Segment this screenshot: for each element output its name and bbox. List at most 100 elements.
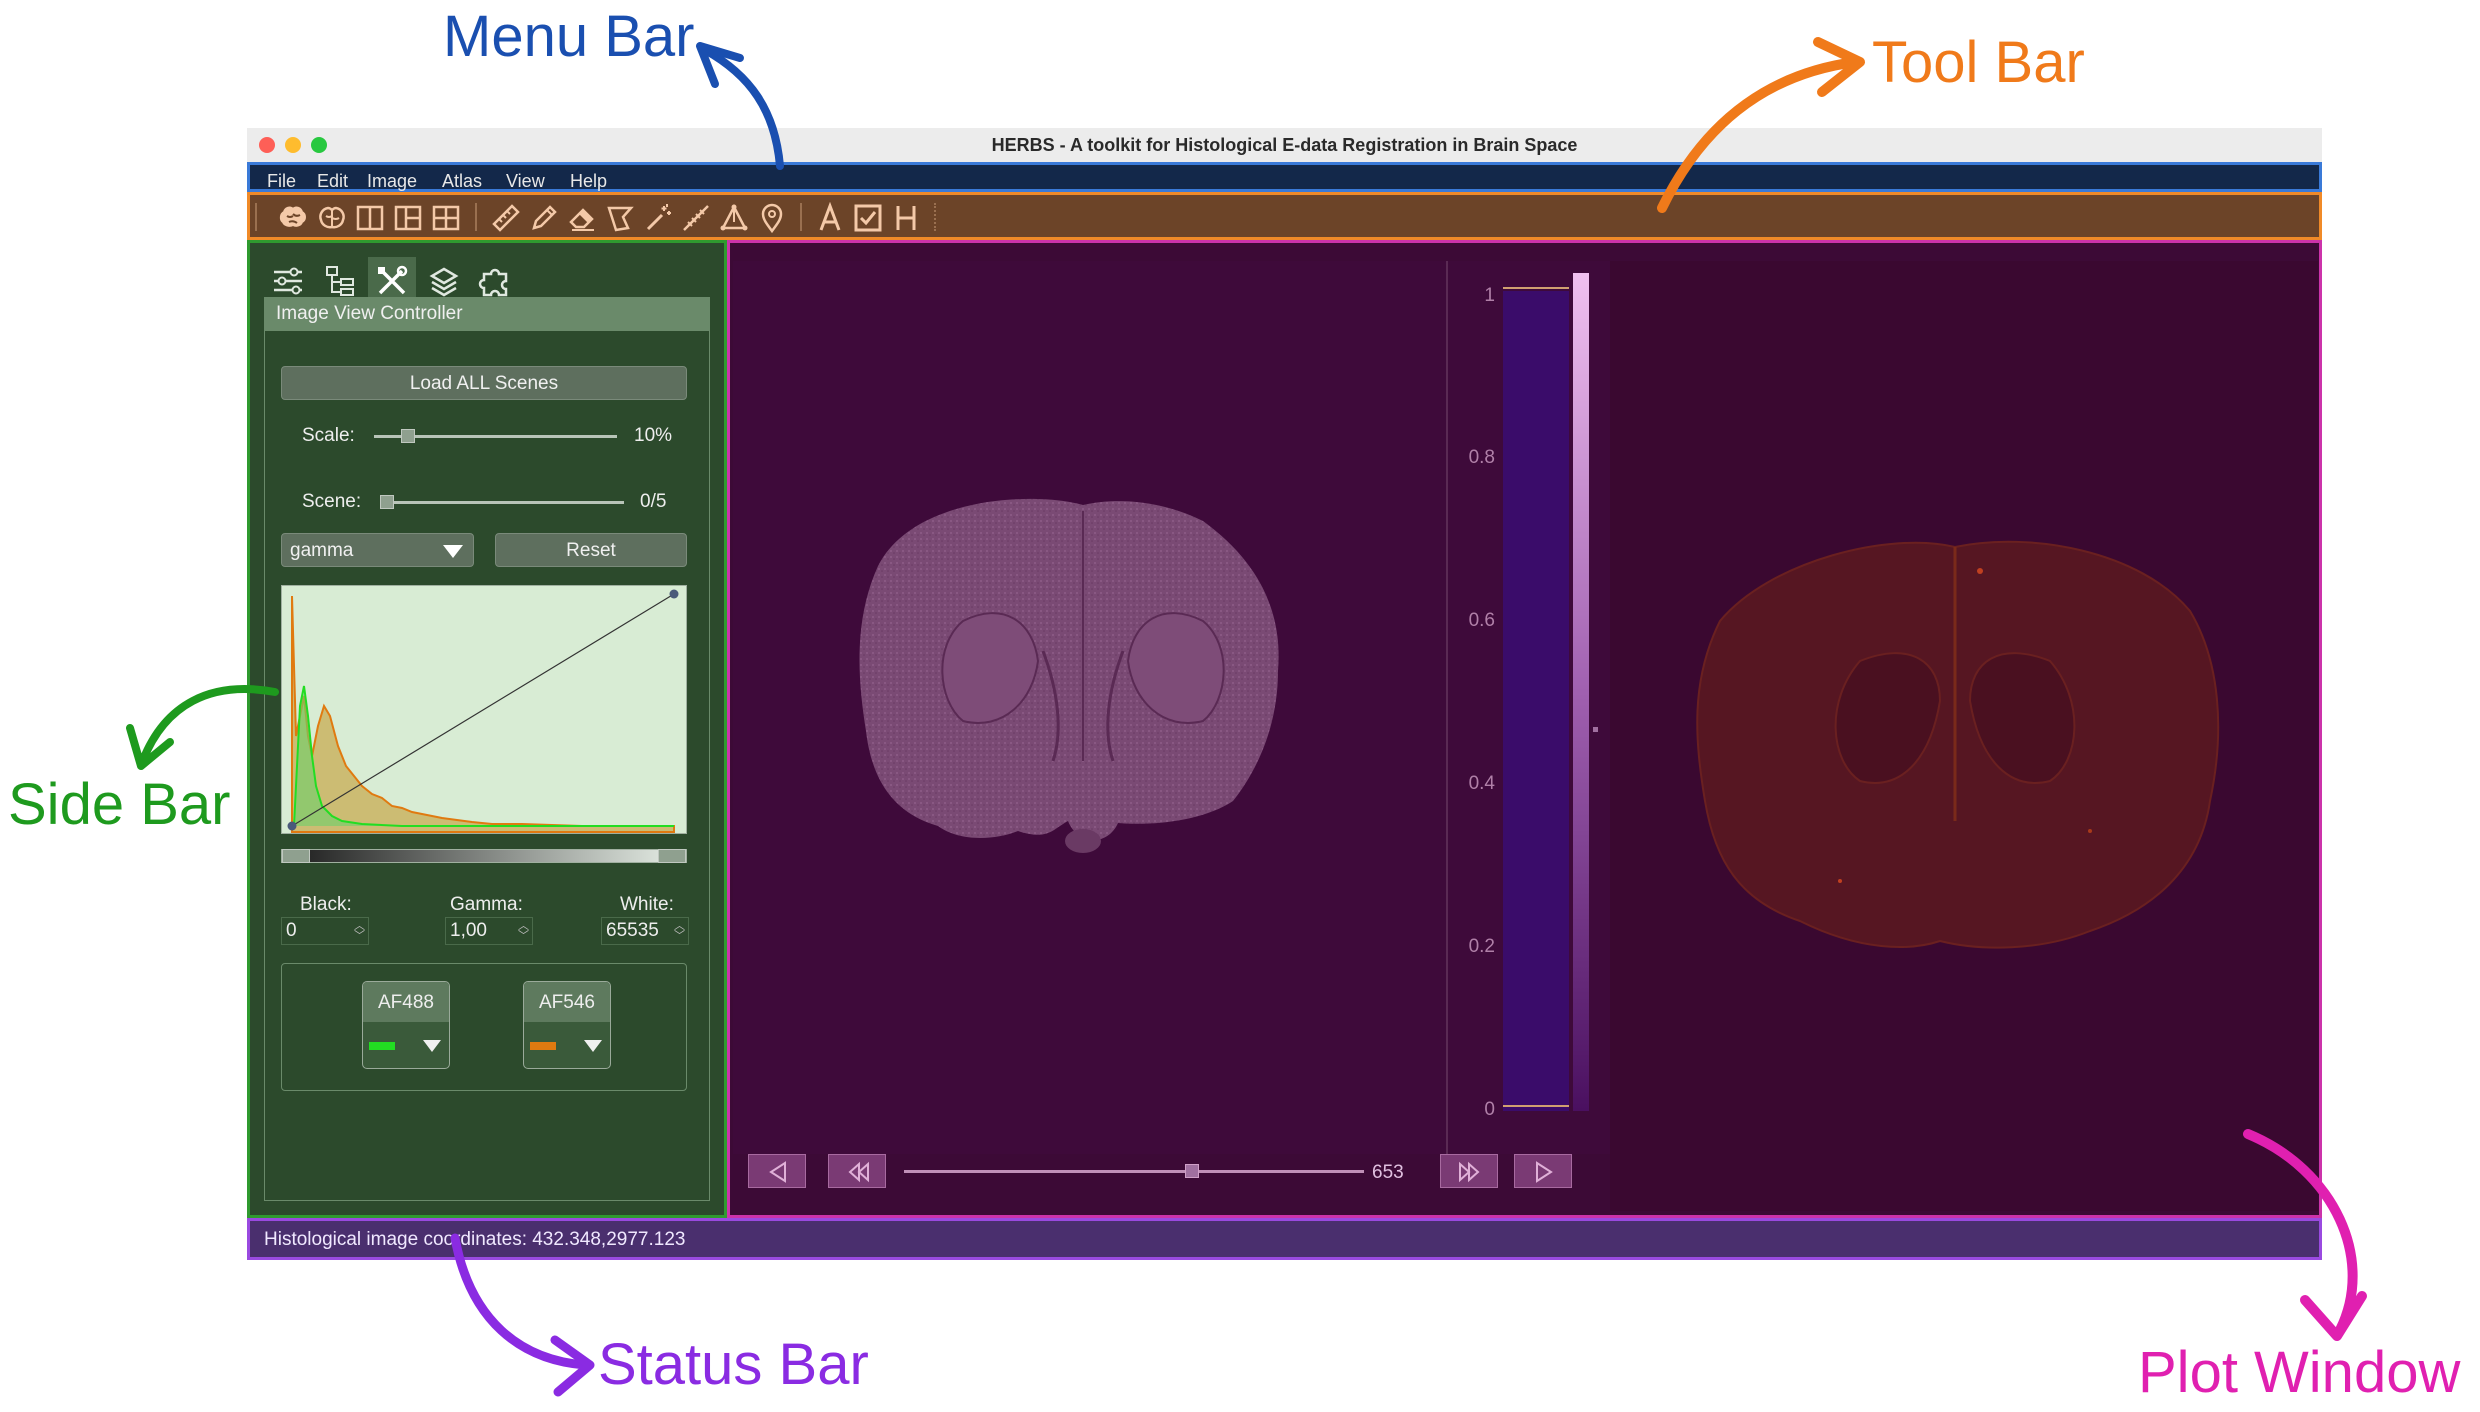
scene-value: 0/5: [640, 491, 667, 512]
menu-help[interactable]: Help: [570, 171, 607, 192]
menu-view[interactable]: View: [506, 171, 545, 192]
frame-slider[interactable]: [904, 1170, 1364, 1173]
h-icon[interactable]: [890, 202, 922, 234]
channel-af546-color[interactable]: [530, 1042, 556, 1050]
channel-af488[interactable]: AF488: [362, 981, 450, 1069]
tool-bar-arrowhead: [1813, 37, 1865, 97]
colorbar-tick-label: 0.2: [1468, 936, 1495, 957]
window-title: HERBS - A toolkit for Histological E-dat…: [991, 135, 1578, 155]
histogram-graph: [287, 589, 679, 833]
scale-label: Scale:: [302, 425, 355, 446]
colorbar-tick-label: 0.4: [1468, 773, 1495, 794]
colorbar-top-handle[interactable]: [1503, 275, 1569, 289]
menu-bar-arrowhead: [696, 42, 744, 88]
channel-af546[interactable]: AF546: [523, 981, 611, 1069]
gamma-value: 1,00: [450, 920, 487, 941]
pencil-icon[interactable]: [528, 202, 560, 234]
menu-atlas[interactable]: Atlas: [442, 171, 482, 192]
channel-af488-name: AF488: [363, 982, 449, 1022]
channel-af546-name: AF546: [524, 982, 610, 1022]
gamma-label: Gamma:: [450, 894, 523, 915]
layout-four-icon[interactable]: [430, 202, 462, 234]
tool-bar-annotation: Tool Bar: [1872, 30, 2085, 95]
white-level-handle[interactable]: [658, 849, 686, 863]
side-bar: Image View Controller Load ALL Scenes Sc…: [247, 240, 727, 1218]
colorbar-gradient[interactable]: [1573, 273, 1589, 1111]
colorbar-bottom-handle[interactable]: [1503, 1105, 1569, 1119]
frame-slider-handle[interactable]: [1184, 1164, 1199, 1178]
black-spinbox[interactable]: 0 ︿ ﹀: [281, 917, 369, 945]
checkbox-icon[interactable]: [852, 202, 884, 234]
chevron-down-icon[interactable]: [423, 1040, 441, 1052]
channel-panel: [281, 963, 687, 1091]
brain-icon[interactable]: [277, 202, 309, 234]
location-pin-icon[interactable]: [756, 202, 788, 234]
black-level-handle[interactable]: [282, 849, 310, 863]
status-coordinates-text: Histological image coordinates: 432.348,…: [264, 1229, 686, 1250]
spin-arrows-icon: ︿ ﹀: [518, 920, 529, 942]
black-label: Black:: [300, 894, 352, 915]
level-range-slider[interactable]: [281, 849, 687, 863]
menu-image[interactable]: Image: [367, 171, 417, 192]
rewind-button[interactable]: [828, 1154, 886, 1188]
scale-value: 10%: [634, 425, 673, 446]
status-bar-arrowhead: [550, 1335, 595, 1397]
scene-slider[interactable]: [380, 501, 624, 504]
mode-select-value: gamma: [290, 540, 354, 561]
registration-image: [1696, 540, 2220, 949]
play-right-icon: [1536, 1161, 1553, 1183]
toolbar-separator: [800, 203, 802, 231]
spin-arrows-icon: ︿ ﹀: [674, 920, 685, 942]
status-bar-annotation: Status Bar: [598, 1332, 869, 1397]
channel-af488-color[interactable]: [369, 1042, 395, 1050]
text-icon[interactable]: [814, 201, 846, 234]
side-bar-arrowhead: [126, 724, 174, 770]
frame-value: 653: [1372, 1162, 1404, 1183]
colorbar-gradient-handle[interactable]: [1593, 727, 1598, 732]
histogram-plot[interactable]: [281, 585, 687, 834]
eraser-icon[interactable]: [566, 202, 598, 234]
layout-three-icon[interactable]: [392, 202, 424, 234]
toolbar-separator: [475, 203, 477, 231]
menu-file[interactable]: File: [267, 171, 296, 192]
triangle-nodes-icon[interactable]: [718, 202, 750, 234]
lasso-icon[interactable]: [604, 202, 636, 234]
load-all-scenes-button[interactable]: Load ALL Scenes: [281, 366, 687, 400]
fast-forward-icon: [1459, 1161, 1480, 1183]
colorbar-tick-label: 1: [1484, 285, 1495, 306]
colorbar-histogram: [1503, 291, 1569, 1111]
black-value: 0: [286, 920, 297, 941]
white-spinbox[interactable]: 65535 ︿ ﹀: [601, 917, 689, 945]
magic-wand-icon[interactable]: [642, 202, 674, 234]
title-bar: HERBS - A toolkit for Histological E-dat…: [247, 128, 2322, 162]
fast-forward-button[interactable]: [1440, 1154, 1498, 1188]
image-view-controller-header: Image View Controller: [264, 297, 710, 331]
colorbar-tick-label: 0.8: [1468, 447, 1495, 468]
previous-button[interactable]: [748, 1154, 806, 1188]
registration-view[interactable]: [1610, 261, 2318, 1211]
ruler-icon[interactable]: [490, 202, 522, 234]
tool-bar: [247, 192, 2322, 240]
colorbar-axis-line: [1446, 261, 1448, 1154]
chevron-down-icon: [443, 545, 463, 558]
plot-window-arrowhead: [2300, 1291, 2367, 1341]
chevron-down-icon[interactable]: [584, 1040, 602, 1052]
scene-slider-handle[interactable]: [380, 495, 394, 509]
mode-select[interactable]: gamma: [281, 533, 474, 567]
colorbar-tick-label: 0: [1484, 1099, 1495, 1120]
layout-two-icon[interactable]: [354, 202, 386, 234]
side-bar-annotation: Side Bar: [8, 772, 231, 837]
brain-outline-icon[interactable]: [316, 202, 348, 234]
probe-icon[interactable]: [680, 202, 712, 234]
white-value: 65535: [606, 920, 659, 941]
toolbar-separator: [255, 203, 257, 231]
rewind-icon: [848, 1161, 869, 1183]
brain-section-image: [859, 498, 1279, 853]
next-button[interactable]: [1514, 1154, 1572, 1188]
scale-slider-handle[interactable]: [401, 429, 416, 443]
menu-edit[interactable]: Edit: [317, 171, 348, 192]
menu-bar: File Edit Image Atlas View Help: [247, 162, 2322, 192]
reset-button[interactable]: Reset: [495, 533, 687, 567]
scene-label: Scene:: [302, 491, 362, 512]
gamma-spinbox[interactable]: 1,00 ︿ ﹀: [445, 917, 533, 945]
